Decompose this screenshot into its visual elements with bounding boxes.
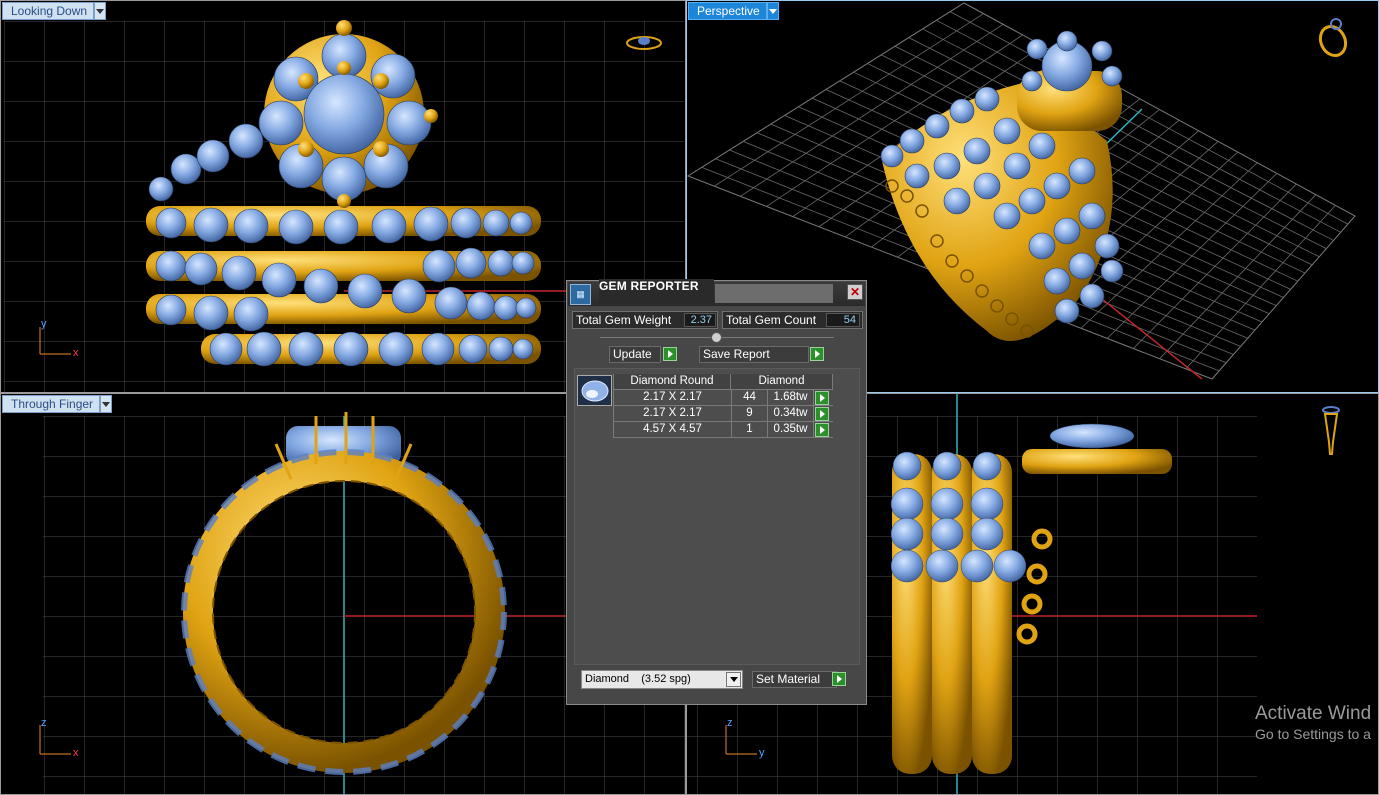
viewport-dropdown-arrow[interactable] — [94, 2, 107, 20]
header-shape: Diamond Round — [613, 374, 731, 389]
total-gem-weight: Total Gem Weight 2.37 — [572, 311, 718, 329]
pendant-orientation-icon — [1322, 406, 1340, 455]
update-button[interactable]: Update — [609, 346, 661, 363]
axis-label-vertical: z — [727, 717, 733, 729]
gem-table: Diamond Round Diamond 2.17 X 2.17 44 1.6… — [613, 374, 833, 438]
material-select[interactable]: Diamond (3.52 spg) — [581, 670, 743, 689]
total-gem-count-value: 54 — [826, 313, 860, 327]
update-go-button[interactable] — [663, 347, 677, 361]
viewport-label-through-finger[interactable]: Through Finger — [2, 395, 113, 413]
axis-label-horizontal: x — [73, 747, 79, 759]
ring-orientation-icon — [1318, 18, 1348, 58]
row-select-button[interactable] — [815, 407, 829, 421]
gem-reporter-icon: ▦ — [570, 283, 591, 305]
axis-label-horizontal: y — [759, 747, 765, 759]
viewport-dropdown-arrow[interactable] — [766, 2, 779, 20]
header-material: Diamond — [730, 374, 833, 389]
activate-windows-watermark: Activate Wind Go to Settings to a — [1255, 703, 1372, 742]
viewport-label-perspective[interactable]: Perspective — [688, 2, 779, 20]
axis-label-horizontal: x — [73, 347, 79, 359]
total-gem-weight-value: 2.37 — [684, 313, 716, 327]
viewport-label-looking-down[interactable]: Looking Down — [2, 2, 107, 20]
axis-label-vertical: z — [41, 717, 47, 729]
gem-reporter-panel: ▦ GEM REPORTER ✕ Total Gem Weight 2.37 T… — [566, 279, 867, 705]
total-gem-count-label: Total Gem Count — [726, 313, 817, 327]
gem-reporter-titlebar[interactable]: ▦ GEM REPORTER ✕ — [568, 279, 865, 306]
set-material-go-button[interactable] — [832, 672, 846, 686]
table-row[interactable]: 2.17 X 2.17 9 0.34tw — [613, 406, 833, 422]
splitter-handle[interactable] — [711, 332, 722, 343]
ring-orientation-icon — [626, 36, 662, 50]
chevron-down-icon[interactable] — [726, 672, 741, 687]
row-select-button[interactable] — [815, 423, 829, 437]
table-row[interactable]: 4.57 X 4.57 1 0.35tw — [613, 422, 833, 438]
axis-label-vertical: y — [41, 318, 47, 330]
save-report-button[interactable]: Save Report — [699, 346, 809, 363]
save-report-go-button[interactable] — [810, 347, 824, 361]
row-select-button[interactable] — [815, 391, 829, 405]
table-row[interactable]: 2.17 X 2.17 44 1.68tw — [613, 390, 833, 406]
total-gem-count: Total Gem Count 54 — [722, 311, 863, 329]
gem-reporter-title: GEM REPORTER — [599, 279, 714, 303]
ring-perspective — [880, 30, 1124, 341]
gem-table-header: Diamond Round Diamond — [613, 374, 833, 390]
viewport-dropdown-arrow[interactable] — [100, 395, 113, 413]
close-button[interactable]: ✕ — [847, 284, 863, 300]
set-material-button[interactable]: Set Material — [752, 671, 837, 688]
diamond-thumbnail-icon — [577, 375, 612, 406]
total-gem-weight-label: Total Gem Weight — [576, 313, 672, 327]
